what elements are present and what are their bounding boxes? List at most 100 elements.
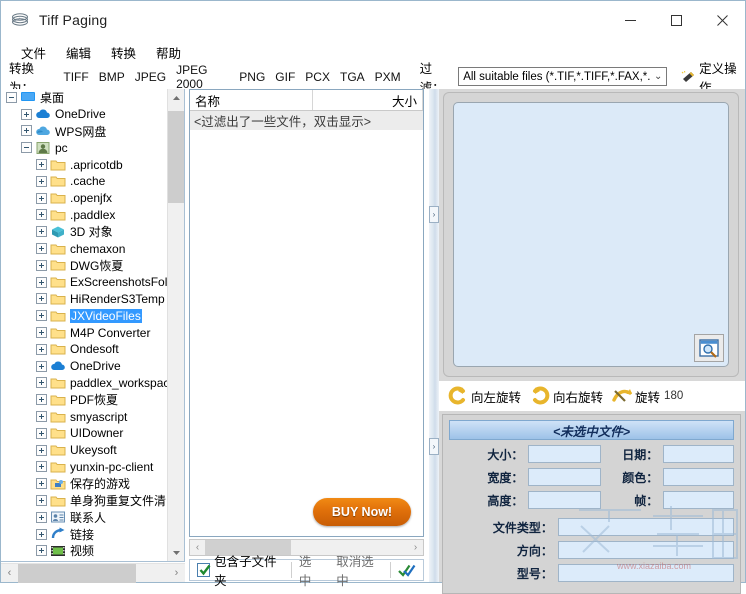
- menu-help[interactable]: 帮助: [146, 41, 191, 64]
- expand-icon[interactable]: [36, 327, 47, 339]
- folder-tree[interactable]: 桌面 OneDrive WPS网盘 pc .apricotdb .cache .openjf…: [1, 89, 185, 562]
- tree-node[interactable]: OneDrive: [1, 358, 167, 375]
- scroll-down-icon[interactable]: [168, 544, 184, 561]
- tree-hscroll-thumb[interactable]: [18, 563, 136, 583]
- expand-icon[interactable]: [36, 310, 47, 322]
- expand-icon[interactable]: [36, 444, 47, 456]
- expand-icon[interactable]: [36, 259, 47, 271]
- splitter-grip-top[interactable]: ›: [429, 206, 439, 223]
- tree-horizontal-scrollbar[interactable]: ‹ ›: [1, 563, 185, 583]
- include-subfolders-toggle[interactable]: 包含子文件夹: [190, 555, 291, 588]
- expand-icon[interactable]: [36, 528, 47, 540]
- define-action-button[interactable]: 定义操作: [675, 62, 745, 95]
- tree-node[interactable]: 单身狗重复文件清: [1, 492, 167, 509]
- format-bmp[interactable]: BMP: [94, 69, 130, 85]
- expand-icon[interactable]: [36, 495, 47, 507]
- expand-icon[interactable]: [21, 108, 32, 120]
- double-check-icon[interactable]: [391, 560, 423, 580]
- tree-node[interactable]: WPS网盘: [1, 123, 167, 140]
- tree-node[interactable]: pc: [1, 139, 167, 156]
- splitter-grip-bottom[interactable]: ›: [429, 438, 439, 455]
- expand-icon[interactable]: [36, 192, 47, 204]
- expand-icon[interactable]: [36, 411, 47, 423]
- format-pxm[interactable]: PXM: [370, 69, 406, 85]
- expand-icon[interactable]: [36, 461, 47, 473]
- tree-node[interactable]: 视频: [1, 543, 167, 560]
- expand-icon[interactable]: [36, 293, 47, 305]
- zoom-window-icon[interactable]: [694, 334, 724, 362]
- select-button[interactable]: 选中: [292, 555, 329, 588]
- rotate-left-button[interactable]: 向左旋转: [447, 386, 521, 406]
- rotate-180-button[interactable]: 旋转 180: [611, 386, 683, 406]
- list-scroll-right-icon[interactable]: ›: [408, 542, 423, 553]
- tree-vertical-scrollbar[interactable]: [167, 89, 184, 561]
- expand-icon[interactable]: [36, 343, 47, 355]
- tree-node[interactable]: 联系人: [1, 509, 167, 526]
- tree-scroll-thumb[interactable]: [168, 111, 184, 203]
- deselect-button[interactable]: 取消选中: [329, 555, 390, 588]
- scroll-left-icon[interactable]: ‹: [1, 567, 18, 579]
- column-header-size[interactable]: 大小: [313, 90, 423, 110]
- format-tga[interactable]: TGA: [335, 69, 370, 85]
- expand-icon[interactable]: [36, 276, 47, 288]
- minimize-button[interactable]: [607, 1, 653, 39]
- tree-node[interactable]: paddlex_workspace: [1, 375, 167, 392]
- format-jpeg2000[interactable]: JPEG 2000: [171, 62, 234, 92]
- tree-node[interactable]: 链接: [1, 526, 167, 543]
- tree-node[interactable]: 保存的游戏: [1, 475, 167, 492]
- menu-edit[interactable]: 编辑: [56, 41, 101, 64]
- scroll-right-icon[interactable]: ›: [168, 567, 185, 579]
- expand-icon[interactable]: [36, 243, 47, 255]
- panel-splitter[interactable]: › ›: [429, 89, 439, 582]
- file-list-empty-row[interactable]: <过滤出了一些文件，双击显示>: [190, 111, 423, 130]
- tree-node[interactable]: Ukeysoft: [1, 442, 167, 459]
- collapse-icon[interactable]: [6, 91, 17, 103]
- tree-node[interactable]: 桌面: [1, 89, 167, 106]
- image-preview-area[interactable]: [453, 102, 729, 367]
- tree-hscroll-track[interactable]: [18, 563, 168, 583]
- tree-node[interactable]: smyascript: [1, 408, 167, 425]
- tree-node[interactable]: .cache: [1, 173, 167, 190]
- tree-node[interactable]: PDF恢夏: [1, 391, 167, 408]
- menu-convert[interactable]: 转换: [101, 41, 146, 64]
- tree-node[interactable]: DWG恢夏: [1, 257, 167, 274]
- expand-icon[interactable]: [36, 478, 47, 490]
- expand-icon[interactable]: [36, 377, 47, 389]
- file-list[interactable]: 名称 大小 <过滤出了一些文件，双击显示>: [189, 89, 424, 537]
- expand-icon[interactable]: [21, 125, 32, 137]
- tree-node[interactable]: OneDrive: [1, 106, 167, 123]
- expand-icon[interactable]: [36, 209, 47, 221]
- tree-node[interactable]: yunxin-pc-client: [1, 459, 167, 476]
- tree-node[interactable]: 3D 对象: [1, 223, 167, 240]
- filter-combobox[interactable]: All suitable files (*.TIF,*.TIFF,*.FAX,*…: [458, 67, 668, 86]
- tree-node[interactable]: Ondesoft: [1, 341, 167, 358]
- tree-node[interactable]: M4P Converter: [1, 324, 167, 341]
- format-pcx[interactable]: PCX: [300, 69, 335, 85]
- close-button[interactable]: [699, 1, 745, 39]
- tree-node[interactable]: .paddlex: [1, 207, 167, 224]
- maximize-button[interactable]: [653, 1, 699, 39]
- expand-icon[interactable]: [36, 427, 47, 439]
- list-scroll-left-icon[interactable]: ‹: [190, 542, 205, 553]
- rotate-right-button[interactable]: 向右旋转: [529, 386, 603, 406]
- format-png[interactable]: PNG: [234, 69, 270, 85]
- tree-node[interactable]: .apricotdb: [1, 156, 167, 173]
- format-gif[interactable]: GIF: [270, 69, 300, 85]
- expand-icon[interactable]: [36, 360, 47, 372]
- expand-icon[interactable]: [36, 545, 47, 557]
- expand-icon[interactable]: [36, 394, 47, 406]
- format-tiff[interactable]: TIFF: [58, 69, 93, 85]
- expand-icon[interactable]: [36, 511, 47, 523]
- expand-icon[interactable]: [36, 175, 47, 187]
- expand-icon[interactable]: [36, 226, 47, 238]
- column-header-name[interactable]: 名称: [190, 90, 313, 110]
- tree-node[interactable]: chemaxon: [1, 240, 167, 257]
- scroll-up-icon[interactable]: [168, 89, 184, 106]
- tree-node[interactable]: ExScreenshotsFolde: [1, 274, 167, 291]
- expand-icon[interactable]: [36, 159, 47, 171]
- tree-node[interactable]: JXVideoFiles: [1, 307, 167, 324]
- collapse-icon[interactable]: [21, 142, 32, 154]
- buy-now-button[interactable]: BUY Now!: [313, 498, 411, 526]
- tree-node[interactable]: .openjfx: [1, 190, 167, 207]
- format-jpeg[interactable]: JPEG: [130, 69, 171, 85]
